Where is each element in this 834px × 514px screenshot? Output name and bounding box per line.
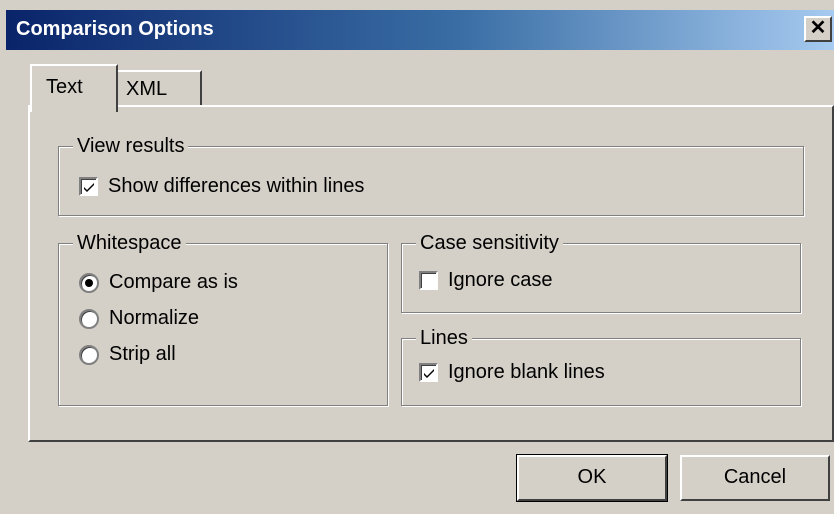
show-differences-checkbox[interactable] — [79, 177, 98, 196]
radio-normalize-label: Normalize — [109, 307, 200, 329]
whitespace-group: Whitespace Compare as is Normalize Strip… — [58, 230, 388, 406]
radio-compare-as-is-button[interactable] — [79, 272, 99, 293]
radio-compare-as-is-label: Compare as is — [109, 271, 238, 293]
ignore-case-checkbox-row[interactable]: Ignore case — [419, 269, 553, 292]
ok-button-label: OK — [577, 466, 607, 488]
radio-strip-all-button[interactable] — [79, 344, 99, 365]
ignore-case-checkbox[interactable] — [419, 271, 438, 290]
tab-xml-label: XML — [126, 78, 168, 100]
radio-strip-all[interactable]: Strip all — [79, 343, 176, 366]
show-differences-label: Show differences within lines — [108, 175, 365, 197]
cancel-button-label: Cancel — [723, 466, 787, 488]
radio-strip-all-label: Strip all — [109, 343, 176, 365]
radio-selected-dot-icon — [85, 278, 93, 287]
radio-compare-as-is[interactable]: Compare as is — [79, 271, 238, 294]
tab-xml[interactable]: XML — [116, 70, 202, 106]
checkmark-icon — [424, 369, 434, 378]
case-sensitivity-legend: Case sensitivity — [416, 230, 563, 256]
close-icon: ✕ — [809, 17, 827, 39]
radio-normalize[interactable]: Normalize — [79, 307, 199, 330]
lines-group: Lines Ignore blank lines — [401, 325, 801, 406]
whitespace-legend: Whitespace — [73, 230, 186, 256]
comparison-options-dialog: Comparison Options ✕ Text XML View resul… — [0, 0, 834, 514]
radio-normalize-button[interactable] — [79, 308, 99, 329]
window-title: Comparison Options — [16, 18, 214, 40]
checkmark-icon — [84, 183, 94, 192]
ignore-blank-lines-checkbox-row[interactable]: Ignore blank lines — [419, 361, 605, 384]
close-button[interactable]: ✕ — [804, 16, 832, 42]
title-bar[interactable]: Comparison Options ✕ — [6, 10, 834, 50]
ok-button[interactable]: OK — [516, 454, 668, 502]
tab-text[interactable]: Text — [30, 64, 118, 112]
view-results-legend: View results — [73, 133, 189, 159]
view-results-group: View results Show differences within lin… — [58, 133, 804, 216]
cancel-button[interactable]: Cancel — [680, 455, 830, 501]
case-sensitivity-group: Case sensitivity Ignore case — [401, 230, 801, 313]
tab-text-label: Text — [46, 76, 83, 98]
lines-legend: Lines — [416, 325, 472, 351]
show-differences-checkbox-row[interactable]: Show differences within lines — [79, 175, 364, 198]
ignore-blank-lines-checkbox[interactable] — [419, 363, 438, 382]
tab-panel-text: View results Show differences within lin… — [28, 105, 834, 442]
ignore-blank-lines-label: Ignore blank lines — [448, 361, 605, 383]
ignore-case-label: Ignore case — [448, 269, 553, 291]
